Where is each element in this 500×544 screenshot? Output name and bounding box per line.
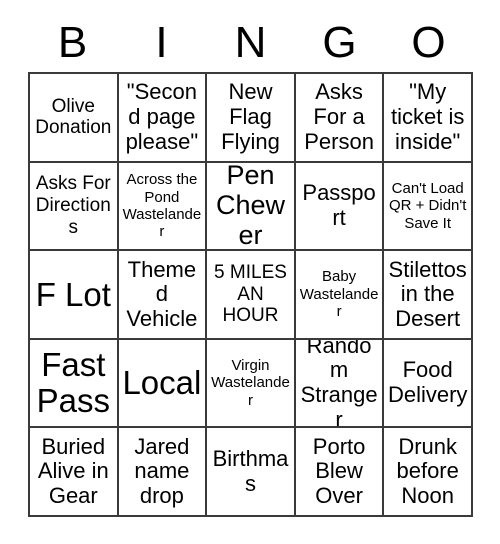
bingo-cell-o1[interactable]: "My ticket is inside"	[384, 74, 473, 163]
bingo-cell-label: Across the Pond Wastelander	[122, 171, 202, 241]
bingo-header-letter-g: G	[322, 18, 357, 67]
bingo-cell-g1[interactable]: Asks For a Person	[295, 74, 385, 163]
bingo-cell-label: Passport	[302, 180, 376, 230]
bingo-cell-n4[interactable]: Virgin Wastelander	[207, 339, 296, 429]
bingo-cell-label: Asks For Directions	[35, 173, 111, 238]
bingo-cell-b5[interactable]: Buried Alive in Gear	[30, 428, 119, 517]
bingo-cell-b2[interactable]: Asks For Directions	[30, 162, 119, 252]
bingo-cell-n3[interactable]: 5 MILES AN HOUR	[207, 251, 296, 340]
bingo-grid: Olive Donation "Second page please" New …	[28, 72, 473, 517]
bingo-cell-g3[interactable]: Baby Wastelander	[295, 251, 385, 340]
bingo-cell-label: 5 MILES AN HOUR	[214, 262, 287, 327]
bingo-cell-label: Birthmas	[212, 446, 289, 496]
bingo-cell-label: Stilettos in the Desert	[388, 256, 467, 331]
bingo-cell-label: Baby Wastelander	[299, 268, 379, 321]
bingo-cell-label: Drunk before Noon	[396, 433, 459, 508]
bingo-header-letter-n: N	[234, 18, 267, 67]
bingo-cell-label: Virgin Wastelander	[211, 357, 290, 409]
bingo-cell-label: Asks For a Person	[304, 79, 374, 154]
bingo-cell-g4[interactable]: Random Stranger	[295, 339, 385, 429]
bingo-cell-label: Local	[122, 364, 202, 402]
bingo-cell-i1[interactable]: "Second page please"	[118, 74, 208, 163]
bingo-header-letter-b: B	[57, 18, 88, 67]
bingo-cell-label: Porto Blew Over	[312, 433, 366, 508]
bingo-cell-g5[interactable]: Porto Blew Over	[295, 428, 385, 517]
bingo-cell-b4[interactable]: Fast Pass	[30, 339, 119, 429]
bingo-cell-label: "Second page please"	[125, 79, 199, 154]
bingo-cell-o2[interactable]: Can't Load QR + Didn't Save It	[384, 162, 473, 252]
bingo-cell-label: Olive Donation	[35, 95, 112, 139]
bingo-cell-label: Pen Chewer	[215, 162, 285, 250]
bingo-card: B I N G O Olive Donation "Second page pl…	[0, 0, 500, 544]
bingo-cell-label: Fast Pass	[36, 346, 110, 420]
bingo-cell-label: "My ticket is inside"	[391, 79, 465, 154]
bingo-cell-o5[interactable]: Drunk before Noon	[384, 428, 473, 517]
bingo-cell-i5[interactable]: Jared name drop	[118, 428, 208, 517]
bingo-cell-b3[interactable]: F Lot	[30, 251, 119, 340]
bingo-cell-o3[interactable]: Stilettos in the Desert	[384, 251, 473, 340]
bingo-cell-label: Themed Vehicle	[126, 256, 198, 331]
bingo-cell-i4[interactable]: Local	[118, 339, 208, 429]
bingo-cell-label: Random Stranger	[300, 339, 378, 429]
bingo-cell-label: Can't Load QR + Didn't Save It	[388, 179, 467, 232]
bingo-cell-b1[interactable]: Olive Donation	[30, 74, 119, 163]
bingo-header-row: B I N G O	[28, 14, 473, 72]
bingo-cell-i2[interactable]: Across the Pond Wastelander	[118, 162, 208, 252]
bingo-cell-i3[interactable]: Themed Vehicle	[118, 251, 208, 340]
bingo-cell-label: Buried Alive in Gear	[37, 433, 109, 508]
bingo-cell-label: Food Delivery	[387, 357, 468, 408]
bingo-cell-n5[interactable]: Birthmas	[207, 428, 296, 517]
bingo-cell-o4[interactable]: Food Delivery	[384, 339, 473, 429]
bingo-header-letter-i: I	[155, 18, 168, 67]
bingo-cell-label: New Flag Flying	[221, 79, 280, 154]
bingo-cell-n2[interactable]: Pen Chewer	[207, 162, 296, 252]
bingo-cell-label: Jared name drop	[134, 433, 190, 508]
bingo-cell-n1[interactable]: New Flag Flying	[207, 74, 296, 163]
bingo-cell-g2[interactable]: Passport	[295, 162, 385, 252]
bingo-cell-label: F Lot	[35, 275, 111, 313]
bingo-header-letter-o: O	[411, 18, 446, 67]
